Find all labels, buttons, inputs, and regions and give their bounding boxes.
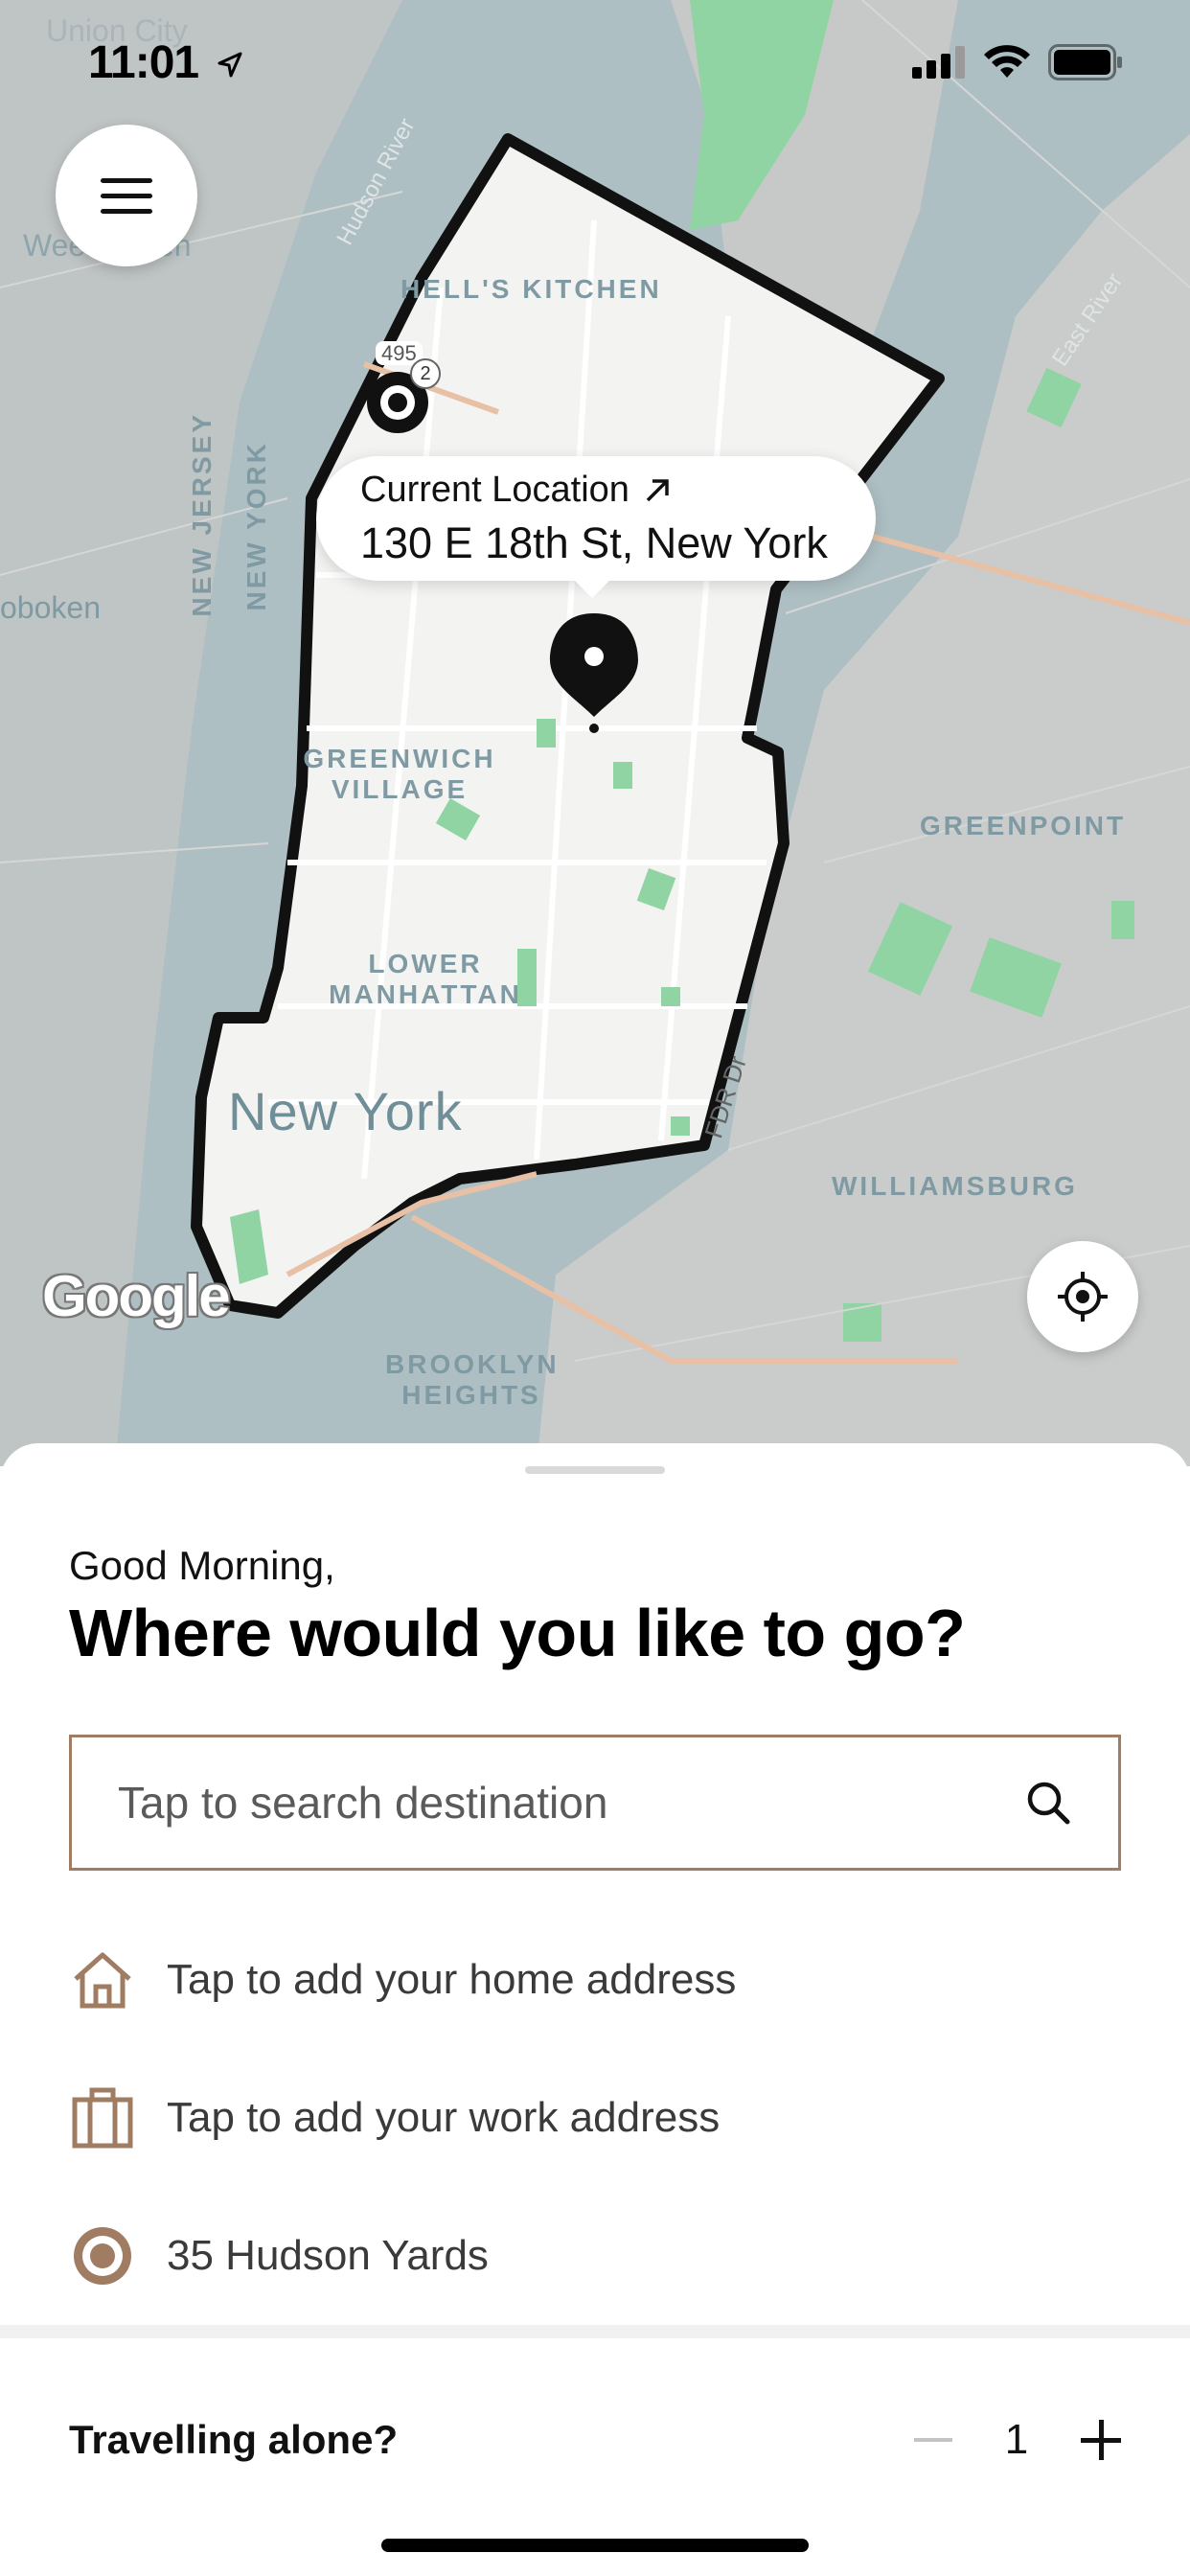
current-location-bubble[interactable]: Current Location 130 E 18th St, New York: [316, 456, 876, 598]
map-label-williamsburg: WILLIAMSBURG: [832, 1171, 1078, 1201]
google-attribution-logo: Google: [42, 1264, 231, 1328]
map-label-new-jersey: NEW JERSEY: [187, 412, 217, 617]
map-marker-badge: 2: [410, 358, 441, 389]
map-label-lower-manhattan: LOWER MANHATTAN: [329, 949, 522, 1010]
work-address-label: Tap to add your work address: [167, 2094, 721, 2141]
decrease-passengers-button[interactable]: [914, 2438, 952, 2442]
travel-alone-label: Travelling alone?: [69, 2417, 399, 2462]
increase-passengers-button[interactable]: [1081, 2420, 1121, 2460]
crosshair-icon: [1058, 1272, 1108, 1322]
cellular-signal-icon: [912, 46, 965, 79]
hamburger-icon-bar: [101, 177, 152, 183]
bottom-sheet: Good Morning, Where would you like to go…: [0, 1443, 1190, 2576]
location-arrow-icon: [217, 52, 242, 78]
home-address-label: Tap to add your home address: [167, 1956, 737, 2003]
briefcase-icon: [69, 2084, 136, 2151]
status-icons: [912, 44, 1123, 80]
map-label-greenwich-village: GREENWICH VILLAGE: [303, 744, 496, 805]
sheet-grabber-handle[interactable]: [525, 1466, 665, 1474]
passenger-count-value: 1: [1004, 2416, 1029, 2463]
work-address-row[interactable]: Tap to add your work address: [69, 2070, 1121, 2166]
status-bar: 11:01: [0, 0, 1190, 125]
search-icon: [1027, 1782, 1070, 1825]
search-placeholder: Tap to search destination: [118, 1778, 608, 1828]
menu-button[interactable]: [56, 125, 197, 266]
home-indicator[interactable]: [381, 2539, 809, 2552]
home-address-row[interactable]: Tap to add your home address: [69, 1932, 1121, 2028]
current-location-title-row: Current Location: [360, 470, 876, 511]
map-label-greenpoint: GREENPOINT: [920, 811, 1127, 840]
section-divider: [0, 2325, 1190, 2338]
target-icon: [69, 2222, 136, 2289]
battery-icon: [1048, 44, 1122, 80]
recent-place-label: 35 Hudson Yards: [167, 2232, 489, 2279]
recent-place-row[interactable]: 35 Hudson Yards: [69, 2208, 1121, 2304]
destination-search-input[interactable]: Tap to search destination: [69, 1735, 1121, 1871]
map-view[interactable]: Union City Weehawken HELL'S KITCHEN obok…: [0, 0, 1190, 1466]
wifi-icon: [984, 45, 1030, 78]
hamburger-icon-bar: [101, 193, 152, 198]
arrow-up-right-icon: [646, 478, 669, 501]
status-time: 11:01: [88, 36, 244, 89]
current-location-title: Current Location: [360, 470, 629, 510]
passenger-stepper: 1: [914, 2416, 1121, 2464]
map-label-hoboken: oboken: [0, 590, 101, 625]
hamburger-icon-bar: [101, 208, 152, 214]
recenter-location-button[interactable]: [1027, 1241, 1138, 1352]
current-location-address: 130 E 18th St, New York: [360, 518, 828, 567]
map-label-new-york-state: NEW YORK: [241, 441, 271, 611]
passenger-count-row: Travelling alone? 1: [69, 2402, 1121, 2478]
home-icon: [69, 1946, 136, 2013]
greeting-text: Good Morning,: [69, 1543, 335, 1588]
map-label-brooklyn-heights: BROOKLYN HEIGHTS: [385, 1349, 560, 1411]
page-title: Where would you like to go?: [69, 1596, 966, 1670]
map-label-hells-kitchen: HELL'S KITCHEN: [400, 274, 662, 304]
map-label-new-york-city: New York: [228, 1081, 463, 1141]
status-time-text: 11:01: [88, 37, 199, 88]
